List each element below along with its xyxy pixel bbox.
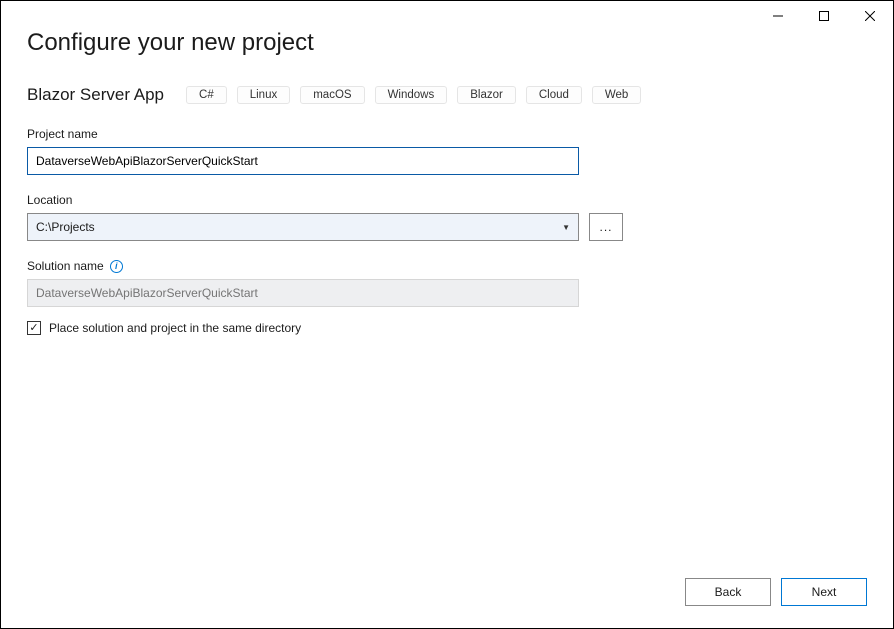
tag: Cloud xyxy=(526,86,582,104)
maximize-button[interactable] xyxy=(801,1,847,31)
location-label: Location xyxy=(27,193,867,207)
minimize-button[interactable] xyxy=(755,1,801,31)
location-value: C:\Projects xyxy=(36,220,95,234)
location-row: C:\Projects ▼ ... xyxy=(27,213,867,241)
tag: C# xyxy=(186,86,227,104)
window-controls xyxy=(755,1,893,31)
project-name-label: Project name xyxy=(27,127,867,141)
tag: Windows xyxy=(375,86,448,104)
solution-name-label-text: Solution name xyxy=(27,259,104,273)
solution-name-input xyxy=(27,279,579,307)
location-combo[interactable]: C:\Projects ▼ xyxy=(27,213,579,241)
tag: Blazor xyxy=(457,86,516,104)
info-icon[interactable]: i xyxy=(110,260,123,273)
tag: macOS xyxy=(300,86,364,104)
chevron-down-icon: ▼ xyxy=(562,223,570,232)
project-name-input[interactable] xyxy=(27,147,579,175)
same-directory-row: ✓ Place solution and project in the same… xyxy=(27,321,867,335)
next-button[interactable]: Next xyxy=(781,578,867,606)
template-row: Blazor Server App C# Linux macOS Windows… xyxy=(27,85,867,105)
page-title: Configure your new project xyxy=(27,29,867,57)
tag: Linux xyxy=(237,86,291,104)
browse-button[interactable]: ... xyxy=(589,213,623,241)
close-button[interactable] xyxy=(847,1,893,31)
back-button[interactable]: Back xyxy=(685,578,771,606)
same-directory-checkbox[interactable]: ✓ xyxy=(27,321,41,335)
template-name: Blazor Server App xyxy=(27,85,164,105)
footer: Back Next xyxy=(685,578,867,606)
tag: Web xyxy=(592,86,641,104)
same-directory-label: Place solution and project in the same d… xyxy=(49,321,301,335)
solution-name-label: Solution name i xyxy=(27,259,867,273)
main-content: Configure your new project Blazor Server… xyxy=(27,29,867,335)
